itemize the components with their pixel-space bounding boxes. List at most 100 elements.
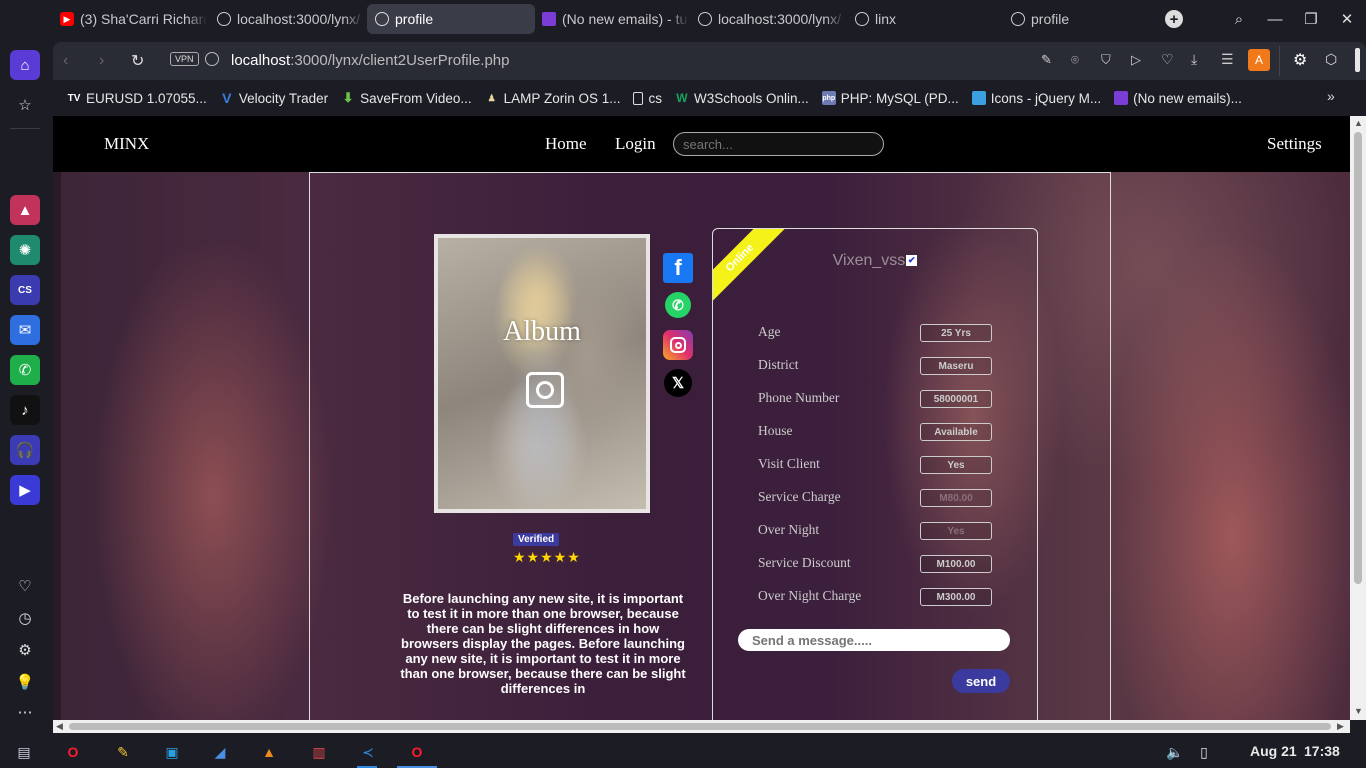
tab-profile-2[interactable]: profile [1003, 4, 1153, 34]
whatsapp-icon[interactable]: ✆ [10, 355, 40, 385]
bookmark-velocity-trader[interactable]: V Velocity Trader [220, 90, 329, 106]
h-scrollbar-thumb[interactable] [69, 723, 1331, 730]
facebook-icon[interactable]: f [663, 253, 693, 283]
bookmark-php-mysql[interactable]: php PHP: MySQL (PD... [821, 90, 959, 106]
bookmark-savefrom[interactable]: ⬇ SaveFrom Video... [341, 90, 472, 106]
player-icon[interactable]: ▶ [10, 475, 40, 505]
bookmark-jquery-icons[interactable]: Icons - jQuery M... [971, 90, 1102, 106]
edit-icon[interactable]: ✎ [1041, 52, 1052, 68]
album-photo[interactable]: Album [434, 234, 650, 513]
row-label-age: Age [758, 324, 781, 339]
tab-proton-mail[interactable]: (No new emails) - tu [534, 4, 689, 34]
tab-profile-active[interactable]: profile [367, 4, 535, 34]
youtube-icon: ▶ [60, 12, 74, 26]
bookmark-eurusd[interactable]: TV EURUSD 1.07055... [67, 91, 207, 106]
tab-localhost-1[interactable]: localhost:3000/lynx/ [209, 4, 364, 34]
whatsapp-icon[interactable]: ✆ [665, 292, 691, 318]
extensions-cube-icon[interactable]: ⬡ [1325, 51, 1337, 68]
vscode-icon[interactable]: ≺ [358, 742, 378, 762]
globe-icon [375, 12, 389, 26]
bookmarks-overflow-icon[interactable]: » [1327, 88, 1335, 104]
w3schools-icon: W [676, 91, 688, 105]
heart-outline-icon[interactable]: ♡ [1161, 51, 1174, 68]
nav-settings-link[interactable]: Settings [1267, 134, 1322, 154]
home-icon[interactable]: ⌂ [10, 50, 40, 80]
taskbar-time[interactable]: 17:38 [1304, 743, 1340, 759]
scrollbar-thumb[interactable] [1354, 132, 1362, 584]
web-page: MINX Home Login Settings Album f ✆ 𝕏 Ver… [53, 116, 1350, 720]
taskbar-date[interactable]: Aug 21 [1250, 743, 1297, 759]
vpn-badge[interactable]: VPN [170, 52, 199, 66]
new-tab-plus-icon[interactable]: + [1165, 10, 1183, 28]
opera-icon[interactable]: O [63, 742, 83, 762]
more-dots-icon[interactable]: ⋯ [10, 697, 40, 727]
text-editor-icon[interactable]: ✎ [113, 742, 133, 762]
search-tabs-icon[interactable]: ⌕ [1228, 8, 1250, 30]
bookmark-label: Icons - jQuery M... [990, 90, 1102, 106]
opera-active-icon[interactable]: O [407, 742, 427, 762]
pinboard-icon[interactable]: ☆ [10, 90, 40, 120]
vertical-scrollbar[interactable]: ▲ ▼ [1350, 116, 1366, 720]
scroll-up-icon[interactable]: ▲ [1354, 118, 1363, 128]
messenger-icon[interactable]: ✉ [10, 315, 40, 345]
camera-snapshot-icon[interactable]: ⌾ [1071, 52, 1079, 68]
battery-icon[interactable]: ▯ [1194, 742, 1214, 762]
bookmark-proton-mail[interactable]: (No new emails)... [1114, 91, 1242, 106]
lightbulb-icon[interactable]: 💡 [10, 667, 40, 697]
nav-home-link[interactable]: Home [545, 134, 587, 154]
tradingview-icon: TV [67, 92, 81, 104]
tab-youtube[interactable]: ▶ (3) Sha'Carri Richardson [52, 4, 207, 34]
nav-login-link[interactable]: Login [615, 134, 656, 154]
scroll-down-icon[interactable]: ▼ [1354, 706, 1363, 716]
tiktok-icon[interactable]: ♪ [10, 395, 40, 425]
reload-icon[interactable]: ↻ [131, 51, 144, 71]
scroll-right-icon[interactable]: ▶ [1337, 721, 1344, 732]
horizontal-scrollbar[interactable]: ◀ ▶ [53, 720, 1350, 733]
sidebar-toggle[interactable] [1355, 48, 1360, 72]
easy-setup-icon[interactable]: ☰ [1221, 51, 1234, 68]
chatgpt-icon[interactable]: ✺ [10, 235, 40, 265]
bookmark-label: PHP: MySQL (PD... [840, 90, 959, 106]
instagram-icon[interactable] [663, 330, 693, 360]
camera-icon[interactable] [526, 372, 564, 408]
bookmark-lamp-zorin[interactable]: ♟ LAMP Zorin OS 1... [485, 91, 621, 106]
heart-icon[interactable]: ♡ [10, 571, 40, 601]
album-label: Album [503, 316, 581, 347]
shield-icon[interactable]: ⛉ [1101, 52, 1111, 68]
forward-icon[interactable]: › [99, 52, 104, 70]
bookmark-w3schools[interactable]: W W3Schools Onlin... [675, 91, 808, 106]
php-icon: php [821, 91, 836, 105]
settings-gear-icon[interactable]: ⚙ [10, 635, 40, 665]
pdf-viewer-icon[interactable]: ▥ [309, 742, 329, 762]
close-icon[interactable]: ✕ [1336, 8, 1358, 30]
bookmark-cs[interactable]: cs [633, 91, 662, 106]
back-icon[interactable]: ‹ [63, 52, 68, 70]
site-search-input[interactable] [673, 132, 884, 156]
screenshot-icon[interactable]: ▣ [162, 742, 182, 762]
x-twitter-icon[interactable]: 𝕏 [664, 369, 692, 397]
message-input[interactable] [738, 629, 1010, 651]
restore-icon[interactable]: ❐ [1300, 8, 1322, 30]
url-field[interactable]: localhost:3000/lynx/client2UserProfile.p… [231, 52, 510, 69]
profile-avatar[interactable]: A [1248, 49, 1270, 71]
chart-app-icon[interactable]: ◢ [210, 742, 230, 762]
aria-ai-icon[interactable]: ▲ [10, 195, 40, 225]
minimize-icon[interactable]: — [1264, 8, 1286, 30]
settings-gear-icon[interactable]: ⚙ [1293, 50, 1307, 70]
send-button[interactable]: send [952, 669, 1010, 693]
history-icon[interactable]: ◷ [10, 603, 40, 633]
volume-icon[interactable]: 🔈 [1165, 742, 1185, 762]
tab-localhost-2[interactable]: localhost:3000/lynx/ [690, 4, 845, 34]
verified-check-icon: ✔ [906, 255, 918, 267]
bookmark-label: Velocity Trader [238, 90, 329, 106]
chatsonic-icon[interactable]: CS [10, 275, 40, 305]
site-info-globe-icon[interactable] [205, 52, 219, 66]
play-icon[interactable]: ▷ [1131, 52, 1141, 68]
site-brand[interactable]: MINX [104, 134, 149, 154]
download-icon[interactable]: ⤓ [1191, 51, 1197, 68]
tab-linx[interactable]: linx [847, 4, 997, 34]
music-player-icon[interactable]: 🎧 [10, 435, 40, 465]
file-manager-icon[interactable]: ▤ [14, 742, 34, 762]
vlc-icon[interactable]: ▲ [259, 742, 279, 762]
scroll-left-icon[interactable]: ◀ [56, 721, 63, 732]
